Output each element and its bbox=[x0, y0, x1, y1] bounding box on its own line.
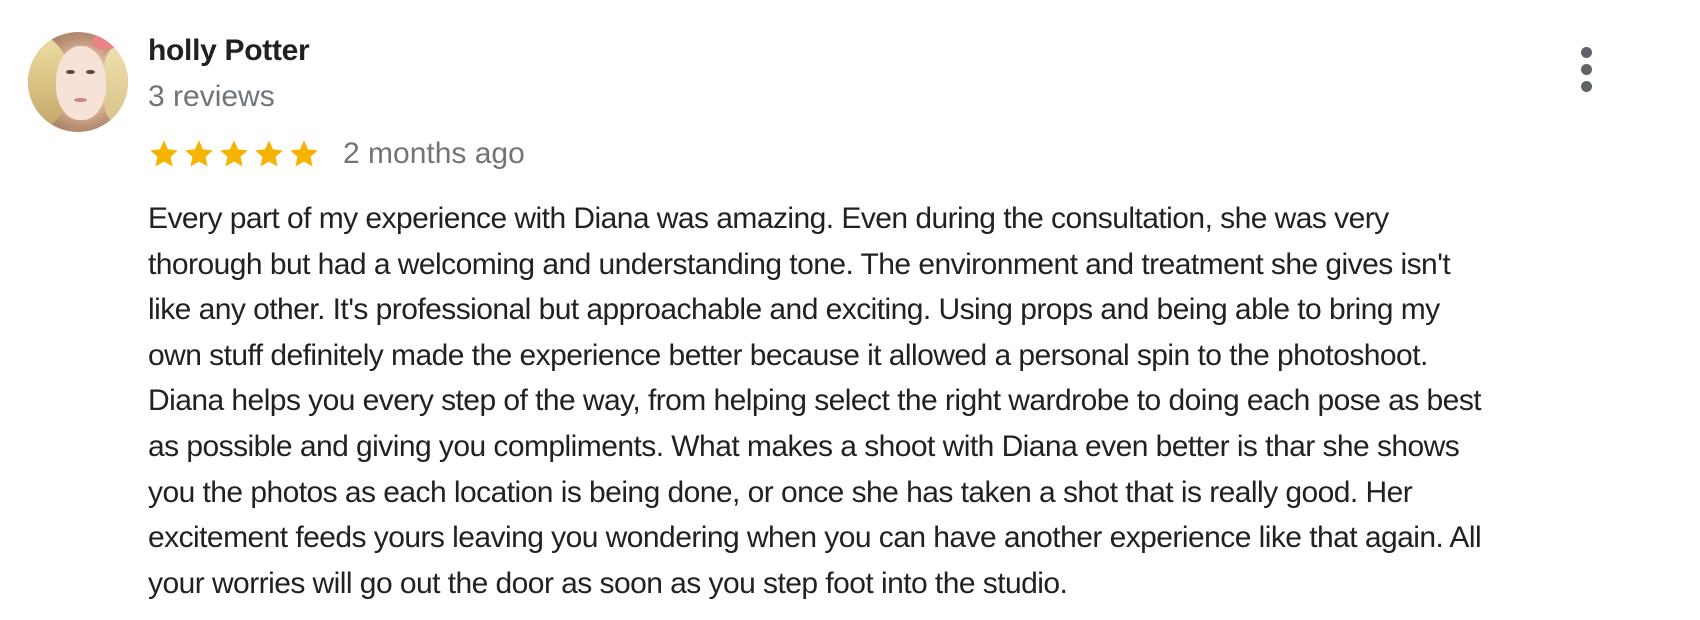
review-text-line: excitement feeds yours leaving you wonde… bbox=[148, 521, 1482, 555]
avatar-face bbox=[56, 46, 106, 120]
review-date: 2 months ago bbox=[343, 137, 525, 170]
review-text-line: your worries will go out the door as soo… bbox=[148, 566, 1068, 600]
star-rating bbox=[148, 138, 323, 170]
review-text: Every part of my experience with Diana w… bbox=[148, 196, 1668, 606]
avatar-hair-right bbox=[104, 38, 128, 132]
star-icon bbox=[220, 140, 248, 167]
reviewer-review-count[interactable]: 3 reviews bbox=[148, 79, 275, 115]
star-icon bbox=[290, 140, 318, 167]
review-text-line: Every part of my experience with Diana w… bbox=[148, 202, 1389, 235]
review-text-line: you the photos as each location is being… bbox=[148, 475, 1413, 509]
avatar-eye-right bbox=[86, 70, 95, 74]
review-text-line: like any other. It's professional but ap… bbox=[148, 293, 1440, 327]
review-text-line: as possible and giving you compliments. … bbox=[148, 429, 1460, 463]
review-text-line: Diana helps you every step of the way, f… bbox=[148, 384, 1482, 418]
reviewer-name[interactable]: holly Potter bbox=[148, 33, 310, 69]
more-dot bbox=[1580, 63, 1592, 75]
avatar-eye-left bbox=[66, 70, 75, 74]
review-text-line: own stuff definitely made the experience… bbox=[148, 338, 1428, 372]
rating-row: 2 months ago bbox=[148, 134, 525, 174]
review-text-line: thorough but had a welcoming and underst… bbox=[148, 247, 1451, 281]
more-dot bbox=[1580, 80, 1592, 92]
more-dot bbox=[1580, 46, 1592, 58]
more-options-button[interactable] bbox=[1568, 42, 1604, 96]
star-icon bbox=[150, 140, 178, 167]
avatar[interactable] bbox=[28, 32, 128, 132]
avatar-mouth bbox=[74, 98, 87, 102]
star-icon bbox=[185, 140, 213, 167]
avatar-flower bbox=[92, 34, 118, 50]
review-card: holly Potter 3 reviews 2 months ago Ever… bbox=[0, 0, 1700, 620]
star-icon bbox=[255, 140, 283, 167]
more-vertical-icon bbox=[1580, 46, 1592, 92]
